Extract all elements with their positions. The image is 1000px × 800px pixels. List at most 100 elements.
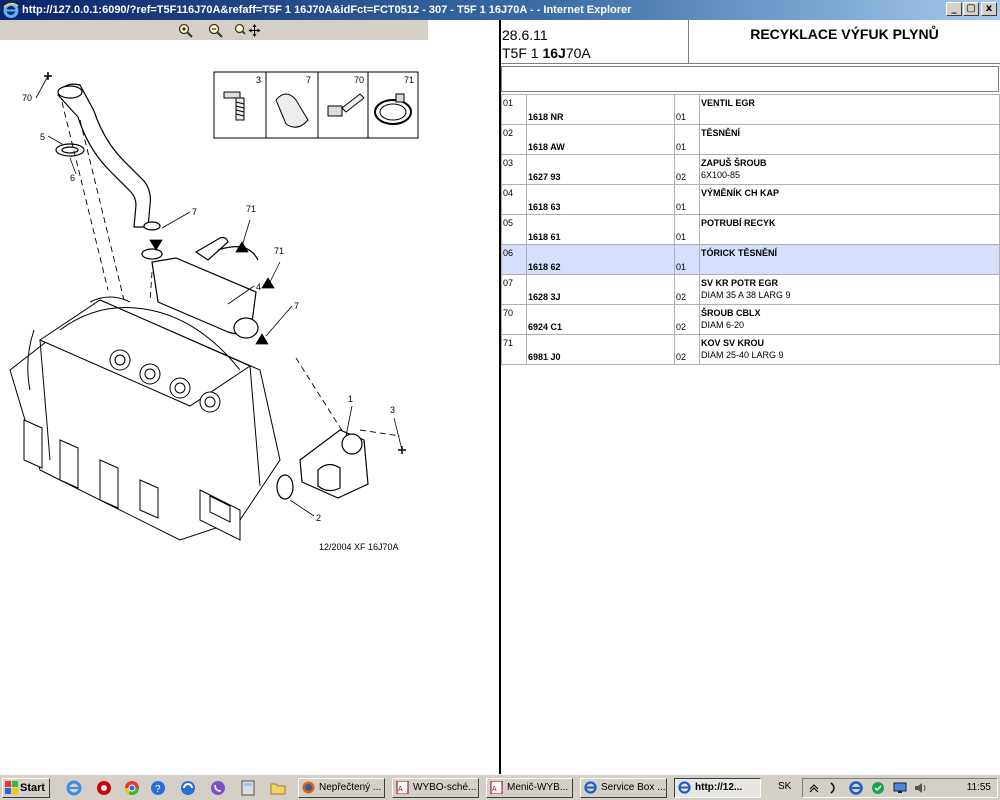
part-description: ZAPUŠ ŠROUB 6X100-85 xyxy=(699,154,1000,185)
part-quantity: 01 xyxy=(674,244,700,275)
zoom-out-icon[interactable] xyxy=(208,23,223,38)
taskbar-button[interactable]: A Menič-WYB... xyxy=(486,778,573,798)
part-name: VÝMĚNÍK CH KAP xyxy=(701,188,780,198)
part-spec: DIAM 6-20 xyxy=(701,320,745,330)
callout-number: 4 xyxy=(256,282,261,292)
sync-icon[interactable] xyxy=(180,780,196,796)
zoom-toolbar xyxy=(0,20,428,40)
pan-arrows-icon[interactable] xyxy=(248,23,261,38)
table-row[interactable]: 03 1627 93 02 ZAPUŠ ŠROUB 6X100-85 xyxy=(501,154,1000,185)
callout-number: 3 xyxy=(390,405,395,415)
part-quantity: 01 xyxy=(674,184,700,215)
table-row[interactable]: 07 1628 3J 02 SV KR POTR EGR DIAM 35 A 38 LA… xyxy=(501,274,1000,305)
taskbar-button[interactable]: Service Box ... xyxy=(580,778,667,798)
part-reference[interactable]: 1627 93 xyxy=(526,154,675,185)
part-reference[interactable]: 1618 62 xyxy=(526,244,675,275)
table-row[interactable]: 04 1618 63 01 VÝMĚNÍK CH KAP xyxy=(501,184,1000,215)
part-quantity: 02 xyxy=(674,304,700,335)
table-row[interactable]: 71 6981 J0 02 KOV SV KROU DIAM 25-40 LARG 9 xyxy=(501,334,1000,365)
legend-number: 3 xyxy=(256,75,261,85)
callout-number: 2 xyxy=(316,513,321,523)
part-name: POTRUBÍ RECYK xyxy=(701,218,776,228)
taskbar-button-label: Nepřečtený ... xyxy=(319,782,382,793)
table-row[interactable]: 70 6924 C1 02 ŠROUB CBLX DIAM 6-20 xyxy=(501,304,1000,335)
callout-number: 5 xyxy=(40,132,45,142)
taskbar-button[interactable]: A WYBO-sché... xyxy=(392,778,479,798)
window-title-bar[interactable]: http://127.0.0.1:6090/?ref=T5F116J70A&re… xyxy=(0,0,1000,20)
item-number: 05 xyxy=(501,214,527,245)
exploded-parts-diagram[interactable]: 3 7 70 71 70 5 6 7 71 4 71 7 1 3 2 12/20… xyxy=(0,40,499,580)
part-description: VÝMĚNÍK CH KAP xyxy=(699,184,1000,215)
viber-icon[interactable] xyxy=(210,780,226,796)
empty-info-box xyxy=(501,66,999,92)
svg-text:A: A xyxy=(398,786,403,793)
language-indicator[interactable]: SK xyxy=(778,781,791,792)
item-number: 03 xyxy=(501,154,527,185)
window-title: http://127.0.0.1:6090/?ref=T5F116J70A&re… xyxy=(22,4,632,16)
part-reference[interactable]: 6924 C1 xyxy=(526,304,675,335)
taskbar-button-label: http://12... xyxy=(695,782,743,793)
system-tray: 11:55 xyxy=(802,778,998,798)
table-row[interactable]: 05 1618 61 01 POTRUBÍ RECYK xyxy=(501,214,1000,245)
egr-cooler-drawing xyxy=(141,236,259,339)
part-description: VENTIL EGR xyxy=(699,94,1000,125)
item-number: 07 xyxy=(501,274,527,305)
svg-text:A: A xyxy=(492,786,497,793)
minimize-button[interactable]: _ xyxy=(946,2,962,16)
internet-explorer-icon xyxy=(3,2,19,18)
callout-number: 70 xyxy=(22,93,32,103)
callout-number: 71 xyxy=(246,204,256,214)
part-reference[interactable]: 1618 NR xyxy=(526,94,675,125)
callout-number: 7 xyxy=(294,301,299,311)
taskbar: Start ? Nepřečtený ... A WYBO-sché... A Meni… xyxy=(0,774,1000,800)
zoom-in-icon[interactable] xyxy=(178,23,193,38)
catalog-date: 28.6.11 xyxy=(502,27,548,43)
zoom-pan-icon[interactable] xyxy=(234,23,249,38)
part-quantity: 02 xyxy=(674,154,700,185)
table-row[interactable]: 01 1618 NR 01 VENTIL EGR xyxy=(501,94,1000,125)
part-name: SV KR POTR EGR xyxy=(701,278,779,288)
part-quantity: 02 xyxy=(674,334,700,365)
part-description: KOV SV KROU DIAM 25-40 LARG 9 xyxy=(699,334,1000,365)
part-quantity: 01 xyxy=(674,94,700,125)
taskbar-button[interactable]: http://12... xyxy=(674,778,761,798)
ie-icon xyxy=(678,781,691,794)
part-reference[interactable]: 1618 AW xyxy=(526,124,675,155)
part-description: SV KR POTR EGR DIAM 35 A 38 LARG 9 xyxy=(699,274,1000,305)
part-reference[interactable]: 6981 J0 xyxy=(526,334,675,365)
tray-ie-icon[interactable] xyxy=(849,781,863,795)
tray-monitor-icon[interactable] xyxy=(893,781,907,795)
part-quantity: 01 xyxy=(674,124,700,155)
diagram-pane: 3 7 70 71 70 5 6 7 71 4 71 7 1 3 2 12/20… xyxy=(0,20,499,774)
tray-network-icon[interactable] xyxy=(871,781,885,795)
restore-button[interactable]: ▢ xyxy=(963,2,979,16)
part-spec: DIAM 25-40 LARG 9 xyxy=(701,350,784,360)
chrome-icon[interactable] xyxy=(124,780,140,796)
parts-legend: 3 7 70 71 xyxy=(213,71,419,139)
help-icon[interactable]: ? xyxy=(150,780,166,796)
egr-pipe-drawing xyxy=(55,83,161,231)
table-row[interactable]: 06 1618 62 01 TÓRICK TĚSNĚNÍ xyxy=(501,244,1000,275)
part-name: TĚSNĚNÍ xyxy=(701,128,741,138)
part-reference[interactable]: 1628 3J xyxy=(526,274,675,305)
calculator-icon[interactable] xyxy=(240,780,256,796)
ie-icon[interactable] xyxy=(66,780,82,796)
record-icon[interactable] xyxy=(96,780,112,796)
tray-arrow-icon[interactable] xyxy=(807,781,821,795)
part-name: TÓRICK TĚSNĚNÍ xyxy=(701,248,778,258)
folder-icon[interactable] xyxy=(270,780,286,796)
tray-app-icon[interactable] xyxy=(827,781,841,795)
part-reference[interactable]: 1618 61 xyxy=(526,214,675,245)
firefox-icon xyxy=(302,781,315,794)
legend-number: 7 xyxy=(306,75,311,85)
part-reference[interactable]: 1618 63 xyxy=(526,184,675,215)
part-spec: DIAM 35 A 38 LARG 9 xyxy=(701,290,791,300)
close-button[interactable]: x xyxy=(981,2,997,16)
taskbar-button-label: WYBO-sché... xyxy=(413,782,477,793)
volume-icon[interactable] xyxy=(913,781,927,795)
table-row[interactable]: 02 1618 AW 01 TĚSNĚNÍ xyxy=(501,124,1000,155)
taskbar-button[interactable]: Nepřečtený ... xyxy=(298,778,385,798)
part-description: TÓRICK TĚSNĚNÍ xyxy=(699,244,1000,275)
vehicle-info: 28.6.11 T5F 1 16J70A xyxy=(501,20,689,64)
start-button[interactable]: Start xyxy=(2,778,50,798)
